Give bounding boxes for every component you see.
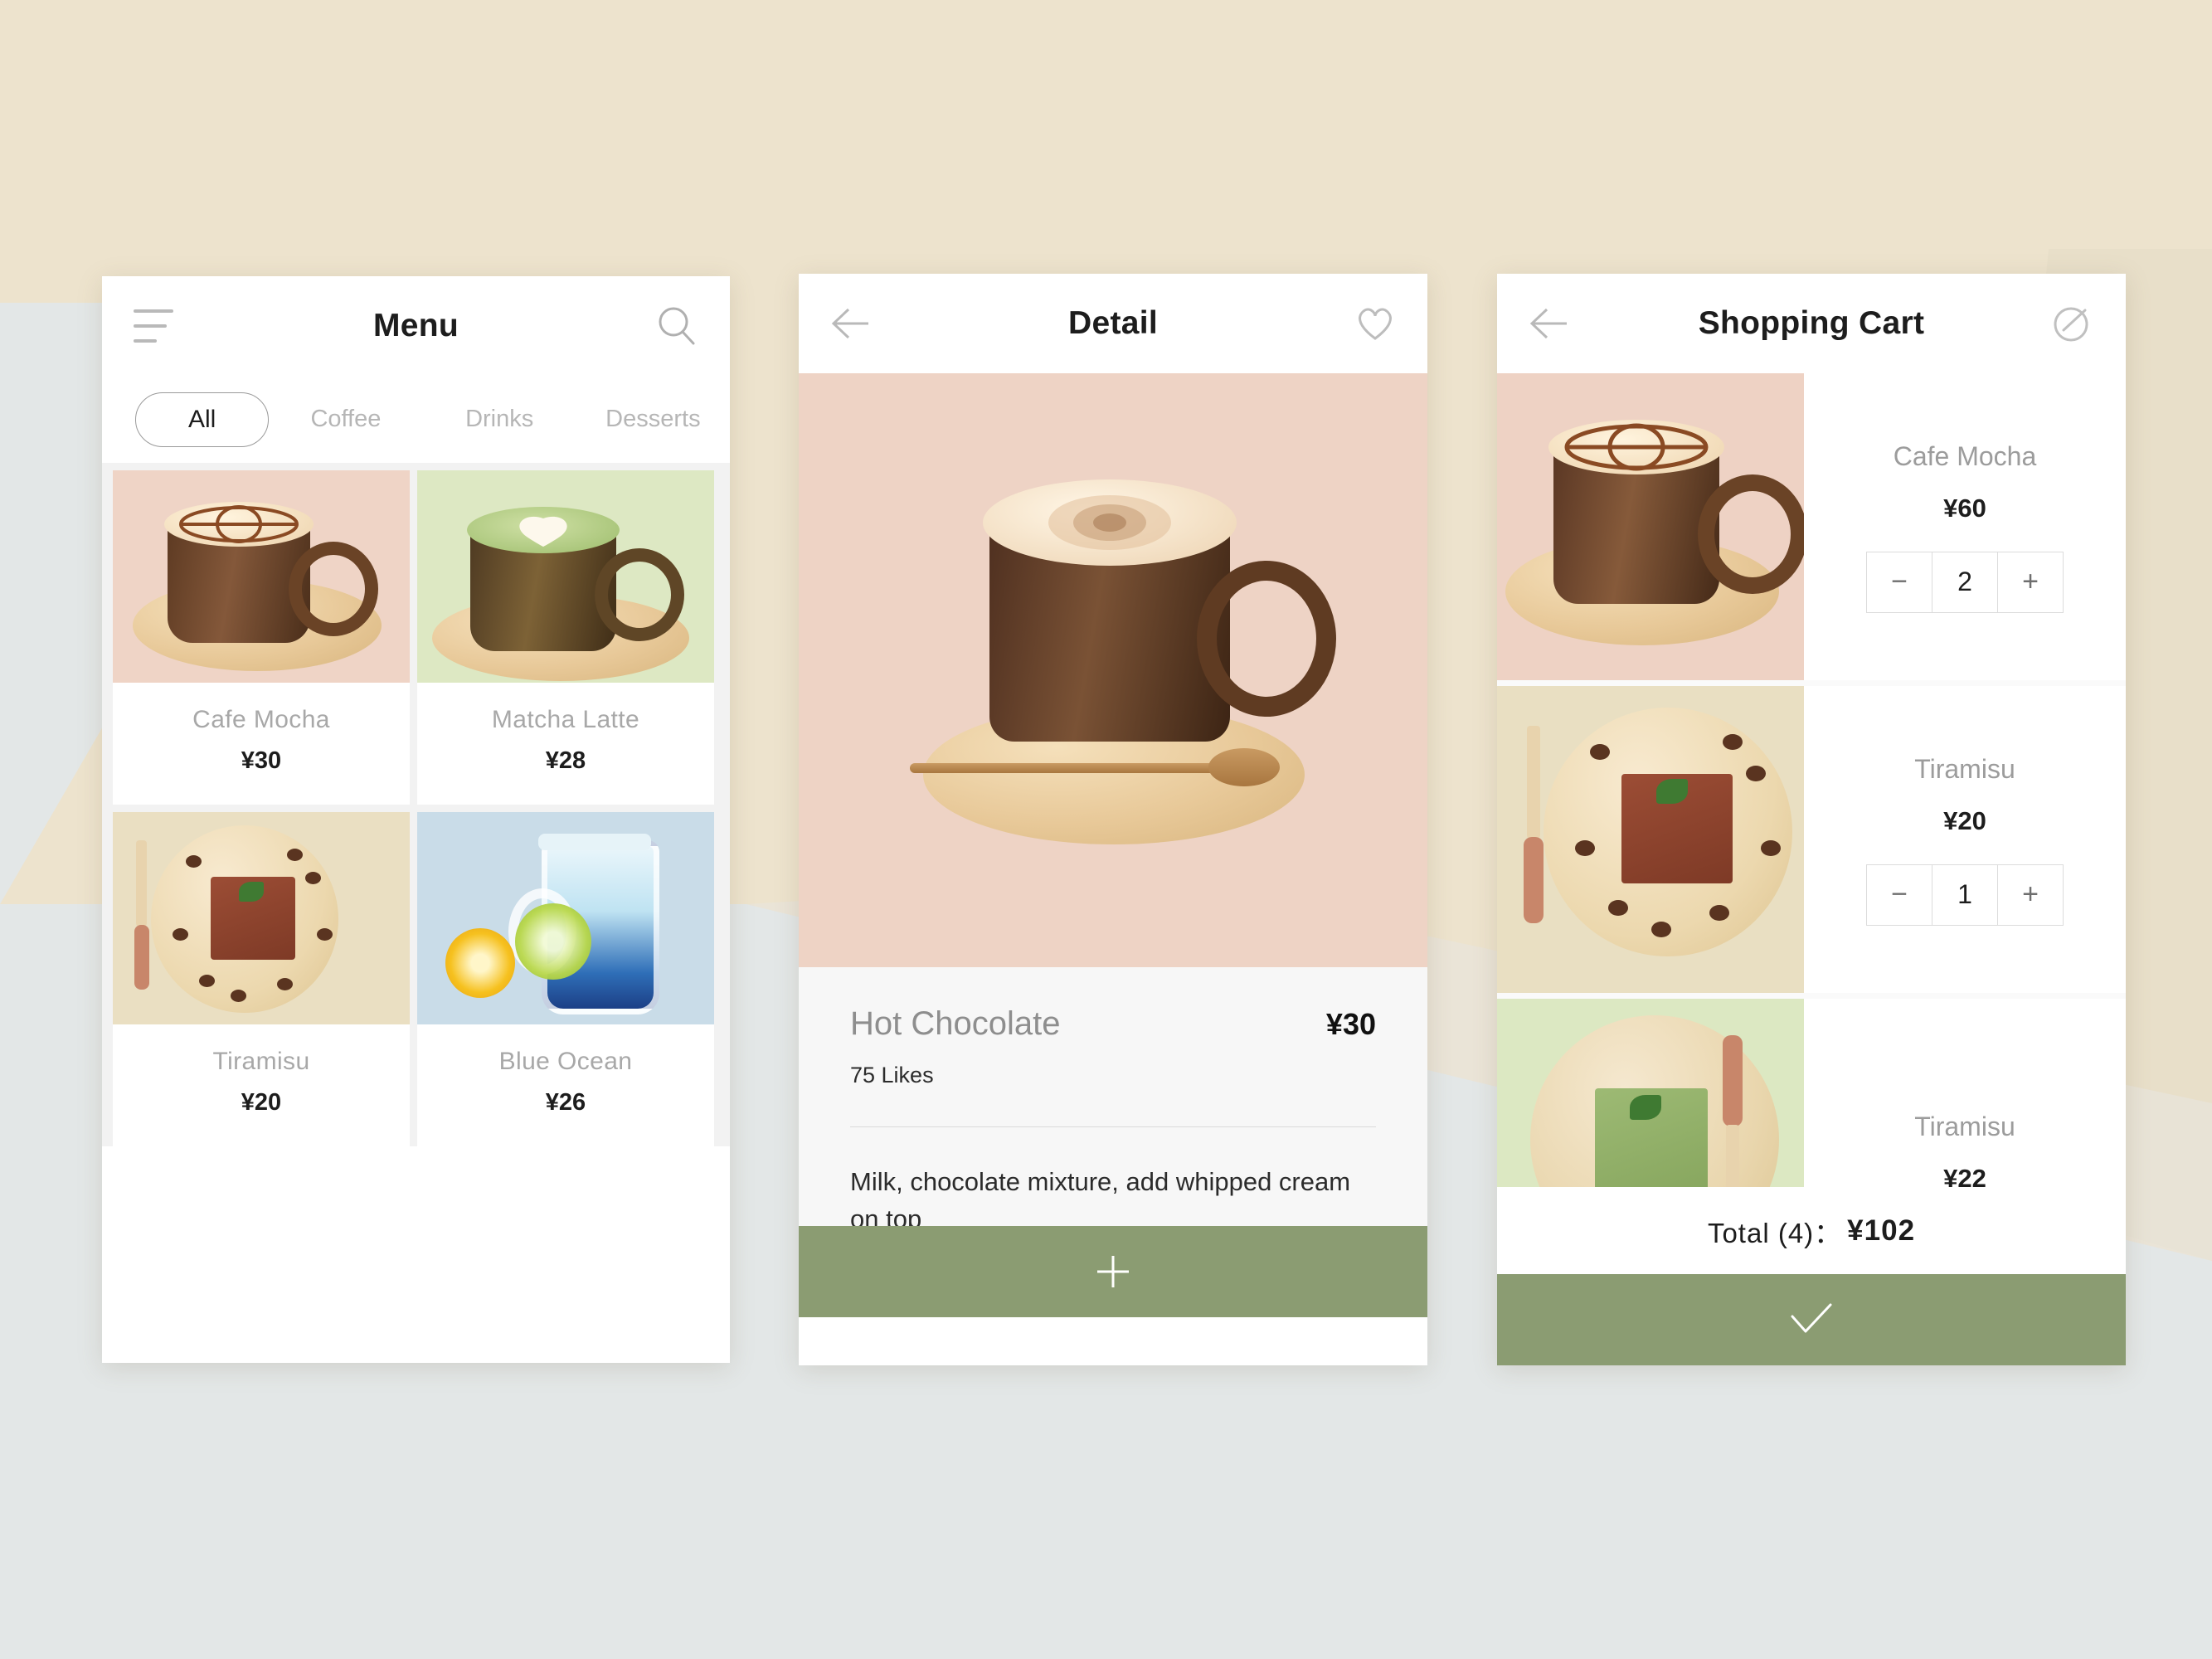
tab-all[interactable]: All <box>135 392 270 447</box>
decrease-quantity-button[interactable]: − <box>1867 865 1932 925</box>
detail-topbar: Detail <box>799 274 1427 373</box>
product-price: ¥30 <box>1325 1007 1376 1041</box>
cart-total-bar: Total (4)： ¥102 <box>1497 1187 2126 1274</box>
product-image-tiramisu <box>113 812 410 1024</box>
likes-count: 75 Likes <box>850 1063 934 1087</box>
detail-title-row: Hot Chocolate ¥30 <box>850 967 1376 1043</box>
favorite-button[interactable] <box>1354 304 1396 343</box>
detail-hero-image <box>799 373 1427 967</box>
menu-card-cafe-mocha[interactable]: Cafe Mocha ¥30 <box>113 470 410 805</box>
cart-item-price: ¥60 <box>1943 493 1986 523</box>
product-price: ¥20 <box>241 1089 282 1116</box>
plus-icon <box>1097 1256 1129 1287</box>
checkout-button[interactable] <box>1497 1274 2126 1365</box>
product-name: Matcha Latte <box>491 706 640 733</box>
hamburger-icon[interactable] <box>134 309 173 343</box>
total-value: ¥102 <box>1847 1214 1916 1247</box>
quantity-stepper: − 1 + <box>1866 864 2064 926</box>
product-meta: Tiramisu ¥20 <box>113 1024 410 1146</box>
total-label: Total (4)： <box>1707 1217 1843 1248</box>
quantity-value: 2 <box>1932 552 1998 612</box>
product-price: ¥28 <box>545 747 586 774</box>
back-button[interactable] <box>1529 304 1575 343</box>
product-meta: Blue Ocean ¥26 <box>417 1024 714 1146</box>
increase-quantity-button[interactable]: + <box>1998 865 2063 925</box>
edit-button[interactable] <box>2051 302 2094 345</box>
cart-item-info: Tiramisu ¥20 − 1 + <box>1804 686 2126 993</box>
cart-topbar: Shopping Cart <box>1497 274 2126 373</box>
cart-item-name: Tiramisu <box>1914 753 2015 784</box>
cart-item-price: ¥20 <box>1943 805 1986 835</box>
add-to-cart-button[interactable] <box>799 1226 1427 1317</box>
product-price: ¥30 <box>241 747 282 774</box>
page-title: Shopping Cart <box>1698 305 1925 341</box>
screen-detail: Detail Hot Chocolate ¥30 75 Likes Milk, … <box>799 274 1427 1365</box>
search-icon <box>659 307 695 345</box>
cart-item-name: Cafe Mocha <box>1893 440 2037 471</box>
arrow-left-icon <box>831 308 868 339</box>
back-button[interactable] <box>830 304 877 343</box>
product-image-blue-ocean <box>417 812 714 1024</box>
tab-desserts[interactable]: Desserts <box>576 406 730 433</box>
divider <box>850 1126 1376 1127</box>
menu-card-tiramisu[interactable]: Tiramisu ¥20 <box>113 812 410 1146</box>
cart-row[interactable]: Cafe Mocha ¥60 − 2 + <box>1497 373 2126 680</box>
quantity-value: 1 <box>1932 864 1998 925</box>
product-description: Milk, chocolate mixture, add whipped cre… <box>850 1167 1351 1226</box>
menu-topbar: Menu <box>102 276 730 376</box>
menu-drawer-button[interactable] <box>134 309 173 343</box>
search-button[interactable] <box>655 304 698 348</box>
cart-items: Cafe Mocha ¥60 − 2 + Tiramisu ¥20 − 1 + … <box>1497 373 2126 1306</box>
check-icon <box>1791 1303 1832 1333</box>
screen-menu: Menu All Coffee Drinks Desserts Cafe Moc… <box>102 276 730 1363</box>
page-title: Detail <box>1067 305 1158 341</box>
product-name: Hot Chocolate <box>850 1005 1061 1042</box>
product-name: Tiramisu <box>212 1048 310 1075</box>
heart-icon <box>1359 308 1392 340</box>
product-image-matcha-latte <box>417 470 714 683</box>
category-tabs: All Coffee Drinks Desserts <box>102 376 730 463</box>
increase-quantity-button[interactable]: + <box>1998 552 2063 612</box>
menu-grid: Cafe Mocha ¥30 Matcha Latte ¥28 Tiramisu… <box>102 463 730 1146</box>
product-name: Cafe Mocha <box>192 706 330 733</box>
detail-info: Hot Chocolate ¥30 75 Likes Milk, chocola… <box>799 967 1427 1226</box>
product-meta: Matcha Latte ¥28 <box>417 683 714 805</box>
page-title: Menu <box>372 308 459 343</box>
tab-coffee[interactable]: Coffee <box>269 406 422 433</box>
cart-item-image <box>1497 373 1804 680</box>
edit-circle-icon <box>2054 307 2088 342</box>
product-image-cafe-mocha <box>113 470 410 683</box>
tab-drinks[interactable]: Drinks <box>423 406 576 433</box>
cart-item-info: Cafe Mocha ¥60 − 2 + <box>1804 373 2126 680</box>
arrow-left-icon <box>1529 308 1567 339</box>
screen-shopping-cart: Shopping Cart Cafe Mocha ¥60 − 2 + Tiram… <box>1497 274 2126 1365</box>
menu-card-matcha-latte[interactable]: Matcha Latte ¥28 <box>417 470 714 805</box>
product-price: ¥26 <box>545 1089 586 1116</box>
product-meta: Cafe Mocha ¥30 <box>113 683 410 805</box>
quantity-stepper: − 2 + <box>1866 551 2064 613</box>
menu-card-blue-ocean[interactable]: Blue Ocean ¥26 <box>417 812 714 1146</box>
cart-row[interactable]: Tiramisu ¥20 − 1 + <box>1497 686 2126 993</box>
decrease-quantity-button[interactable]: − <box>1867 552 1932 612</box>
cart-item-name: Tiramisu <box>1914 1111 2015 1141</box>
cart-item-image <box>1497 686 1804 993</box>
product-name: Blue Ocean <box>498 1048 633 1075</box>
